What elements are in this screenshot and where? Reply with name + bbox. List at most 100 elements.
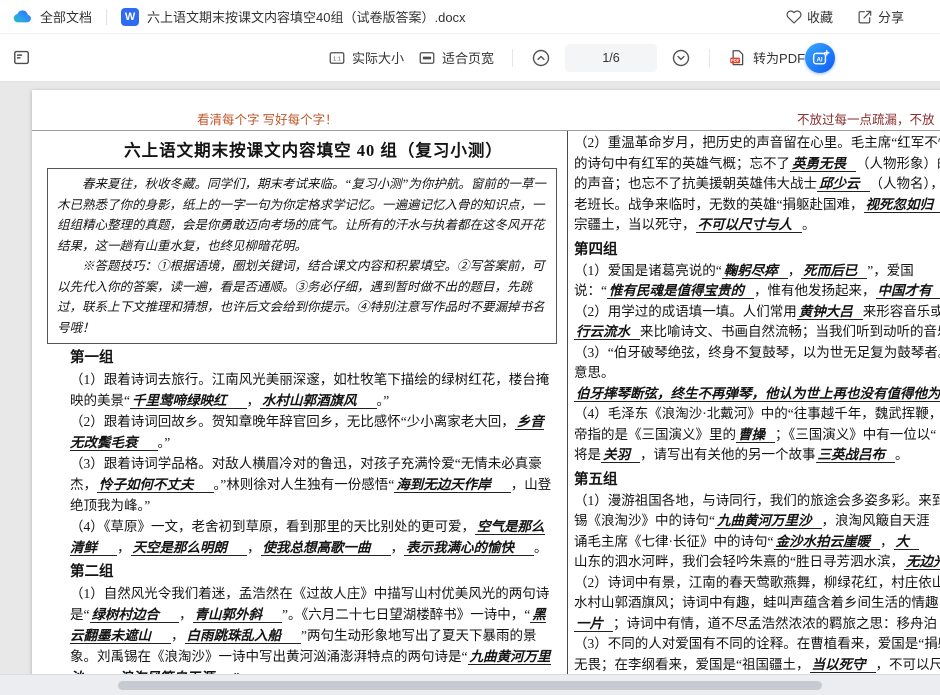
text-run: 帝指的是《三国演义》里的 xyxy=(574,427,736,442)
text-run: 宗疆土，当以死守， xyxy=(574,217,696,232)
share-label: 分享 xyxy=(878,7,904,26)
doc-line: （2）用学过的成语填一填。人们常用黄钟大吕来形容音乐或 xyxy=(574,302,940,323)
doc-line: （2）跟着诗词回故乡。贺知章晚年辞官回乡，无比感怀“少小离家老大回，乡音无改鬓毛… xyxy=(70,411,557,453)
text-run: （3）“伯牙破琴绝弦，终身不复鼓琴，以为世无足复为鼓琴者。” xyxy=(574,345,940,360)
heart-icon xyxy=(786,9,802,25)
doc-line: 意思。 xyxy=(574,363,940,384)
answer-blank: 金沙水拍云崖暖 xyxy=(774,534,881,550)
convert-to-pdf-label: 转为PDF xyxy=(753,48,805,67)
text-run: 老班长。战争来临时，无数的英雄“捐躯赴国难， xyxy=(574,197,864,212)
favorite-label: 收藏 xyxy=(807,7,833,26)
fit-width-button[interactable]: 适合页宽 xyxy=(418,48,494,67)
text-run: ”，爱国 xyxy=(867,263,914,278)
doc-line: 无畏；在李纲看来，爱国是“祖国疆土，当以死守，不可以尺 xyxy=(574,655,940,676)
text-run: （2）用学过的成语填一填。人们常用 xyxy=(574,304,797,319)
text-run: 。 xyxy=(534,540,548,555)
document-title: 六上语文期末按课文内容填空40组（试卷版答案）.docx xyxy=(147,7,466,26)
doc-line: 帝指的是《三国演义》里的曹操；《三国演义》中有一位以“ xyxy=(574,425,940,446)
text-run: 的诗句中有红军的英雄气概；忘不了 xyxy=(574,156,790,171)
text-run: 。” xyxy=(377,393,390,408)
answer-blank: 黄钟大吕 xyxy=(797,304,863,320)
right-column: （2）重温革命岁月，把历史的声音留在心里。毛主席“红军不怕远的诗句中有红军的英雄… xyxy=(568,131,940,695)
section-heading: 第一组 xyxy=(70,347,557,369)
actual-size-label: 实际大小 xyxy=(352,48,404,67)
doc-line: （3）跟着诗词学品格。对敌人横眉冷对的鲁迅，对孩子充满怜爱“无情未必真豪杰，怜子… xyxy=(70,453,557,516)
answer-blank: 鞠躬尽瘁 xyxy=(722,263,788,279)
doc-line: （2）重温革命岁月，把历史的声音留在心里。毛主席“红军不怕远 xyxy=(574,133,940,154)
horizontal-scrollbar-thumb[interactable] xyxy=(118,681,822,690)
svg-text:1:1: 1:1 xyxy=(333,56,341,62)
text-run: 来形容音乐或 xyxy=(863,304,940,319)
text-run: 的声音；也忘不了抗美援朝英雄伟大战士 xyxy=(574,176,817,191)
word-file-icon: W xyxy=(121,8,139,26)
doc-line: 的声音；也忘不了抗美援朝英雄伟大战士邱少云（人物名）， xyxy=(574,174,940,195)
outline-panel-toggle[interactable] xyxy=(12,48,31,67)
ai-assistant-button[interactable]: AI xyxy=(805,43,835,73)
text-run: （2）诗词中有景，江南的春天莺歌燕舞，柳绿花红，村庄依山傍 xyxy=(574,575,940,590)
pdf-icon: PDF xyxy=(728,48,747,67)
next-page-button[interactable] xyxy=(671,48,691,68)
text-run: （1）爱国是诸葛亮说的“ xyxy=(574,263,722,278)
page-indicator[interactable]: 1/6 xyxy=(565,44,657,72)
favorite-button[interactable]: 收藏 xyxy=(786,7,833,26)
doc-line: 的诗句中有红军的英雄气概；忘不了英勇无畏（人物形象）的狼 xyxy=(574,154,940,175)
text-run: （3）不同的人对爱国有不同的诠释。在曹植看来，爱国是“捐躯 xyxy=(574,636,940,651)
answer-blank: 天空是那么明朗 xyxy=(131,540,248,556)
svg-text:PDF: PDF xyxy=(731,58,740,63)
answer-blank: 绿树村边合 xyxy=(90,607,180,623)
previous-page-button[interactable] xyxy=(531,48,551,68)
text-run: 来比喻诗文、书画自然流畅；当我们听到动听的音乐 xyxy=(640,324,940,339)
cloud-docs-icon xyxy=(12,7,32,27)
share-button[interactable]: 分享 xyxy=(857,7,904,26)
actual-size-button[interactable]: 1:1 实际大小 xyxy=(328,48,404,67)
answer-blank: 千里莺啼绿映红 xyxy=(130,393,247,409)
text-run: ，惟有他发扬起来， xyxy=(754,283,876,298)
answer-blank: 大 xyxy=(894,534,920,550)
text-run: 锡《浪淘沙》中的诗句“ xyxy=(574,513,715,528)
text-run: ；诗词中有情，道不尽孟浩然浓浓的羁旅之思：移舟泊 xyxy=(613,616,937,631)
section-heading: 第四组 xyxy=(574,239,940,261)
answer-blank: 关羽 xyxy=(601,447,640,463)
answer-blank: 曹操 xyxy=(736,427,775,443)
text-run: （人物名）， xyxy=(870,176,940,191)
share-icon xyxy=(857,9,873,25)
doc-line: 山东的泗水河畔，我们会轻吟朱熹的“胜日寻芳泗水滨，无边光 xyxy=(574,552,940,573)
document-page: 看清每个字 写好每个字！ 不放过每一点疏漏，不放 六上语文期末按课文内容填空 4… xyxy=(32,90,940,695)
doc-line: 伯牙摔琴断弦，终生不再弹琴，他认为世上再也没有值得他为之 xyxy=(574,384,940,405)
page-header: 看清每个字 写好每个字！ 不放过每一点疏漏，不放 xyxy=(32,90,940,131)
text-run: ， xyxy=(171,628,185,643)
answer-blank: 海到无边天作岸 xyxy=(394,477,511,493)
text-run: （人物形象）的狼 xyxy=(856,156,940,171)
text-run: （2）跟着诗词回故乡。贺知章晚年辞官回乡，无比感怀“少小离家老大回， xyxy=(70,414,515,429)
doc-line: 一片；诗词中有情，道不尽孟浩然浓浓的羁旅之思：移舟泊 xyxy=(574,614,940,635)
answer-blank: 伯牙摔琴断弦，终生不再弹琴，他认为世上再也没有值得他为之 xyxy=(574,386,940,402)
text-run: ， xyxy=(880,534,894,549)
text-run: 水村山郭酒旗风；诗词中有趣，蛙叫声蕴含着乡间生活的情趣： xyxy=(574,595,940,610)
left-column-text: 第一组（1）跟着诗词去旅行。江南风光美丽深邃，如杜牧笔下描绘的绿树红花，楼台掩映… xyxy=(70,347,557,695)
answer-blank: 英勇无畏 xyxy=(790,156,856,172)
answer-blank: 九曲黄河万里沙 xyxy=(715,513,822,529)
answer-blank: 不可以尺寸与人 xyxy=(696,217,803,233)
page-header-left: 看清每个字 写好每个字！ xyxy=(197,109,338,128)
toolbar-divider-2 xyxy=(709,49,710,67)
doc-line: 水村山郭酒旗风；诗词中有趣，蛙叫声蕴含着乡间生活的情趣：稻 xyxy=(574,593,940,614)
text-run: 。 xyxy=(802,217,816,232)
answer-blank: 白雨跳珠乱入船 xyxy=(185,628,302,644)
text-run: 意思。 xyxy=(574,365,615,380)
doc-line: （1）漫游祖国各地，与诗同行，我们的旅途会多姿多彩。来到黄 xyxy=(574,491,940,512)
text-run: 无畏；在李纲看来，爱国是“祖国疆土， xyxy=(574,657,810,672)
viewer-toolbar: 1:1 实际大小 适合页宽 1/6 xyxy=(0,34,940,82)
answer-blank: 水村山郭酒旗风 xyxy=(260,393,377,409)
page-columns: 六上语文期末按课文内容填空 40 组（复习小测） 春来夏往，秋收冬藏。同学们，期… xyxy=(32,131,940,695)
all-docs-link[interactable]: 全部文档 xyxy=(40,7,92,26)
text-run: ， xyxy=(179,607,193,622)
answer-blank: 使我总想高歌一曲 xyxy=(261,540,391,556)
horizontal-scrollbar-track[interactable] xyxy=(0,674,940,695)
doc-line: 诵毛主席《七律·长征》中的诗句“金沙水拍云崖暖，大 xyxy=(574,532,940,553)
convert-to-pdf-button[interactable]: PDF 转为PDF xyxy=(728,48,805,67)
page-header-right: 不放过每一点疏漏，不放 xyxy=(797,109,935,128)
doc-line: 宗疆土，当以死守，不可以尺寸与人。 xyxy=(574,215,940,236)
answer-blank: 三英战吕布 xyxy=(816,447,896,463)
text-run: 。 xyxy=(895,447,909,462)
intro-box: 春来夏往，秋收冬藏。同学们，期末考试来临。“复习小测”为你护航。窗前的一草一木已… xyxy=(47,168,557,344)
